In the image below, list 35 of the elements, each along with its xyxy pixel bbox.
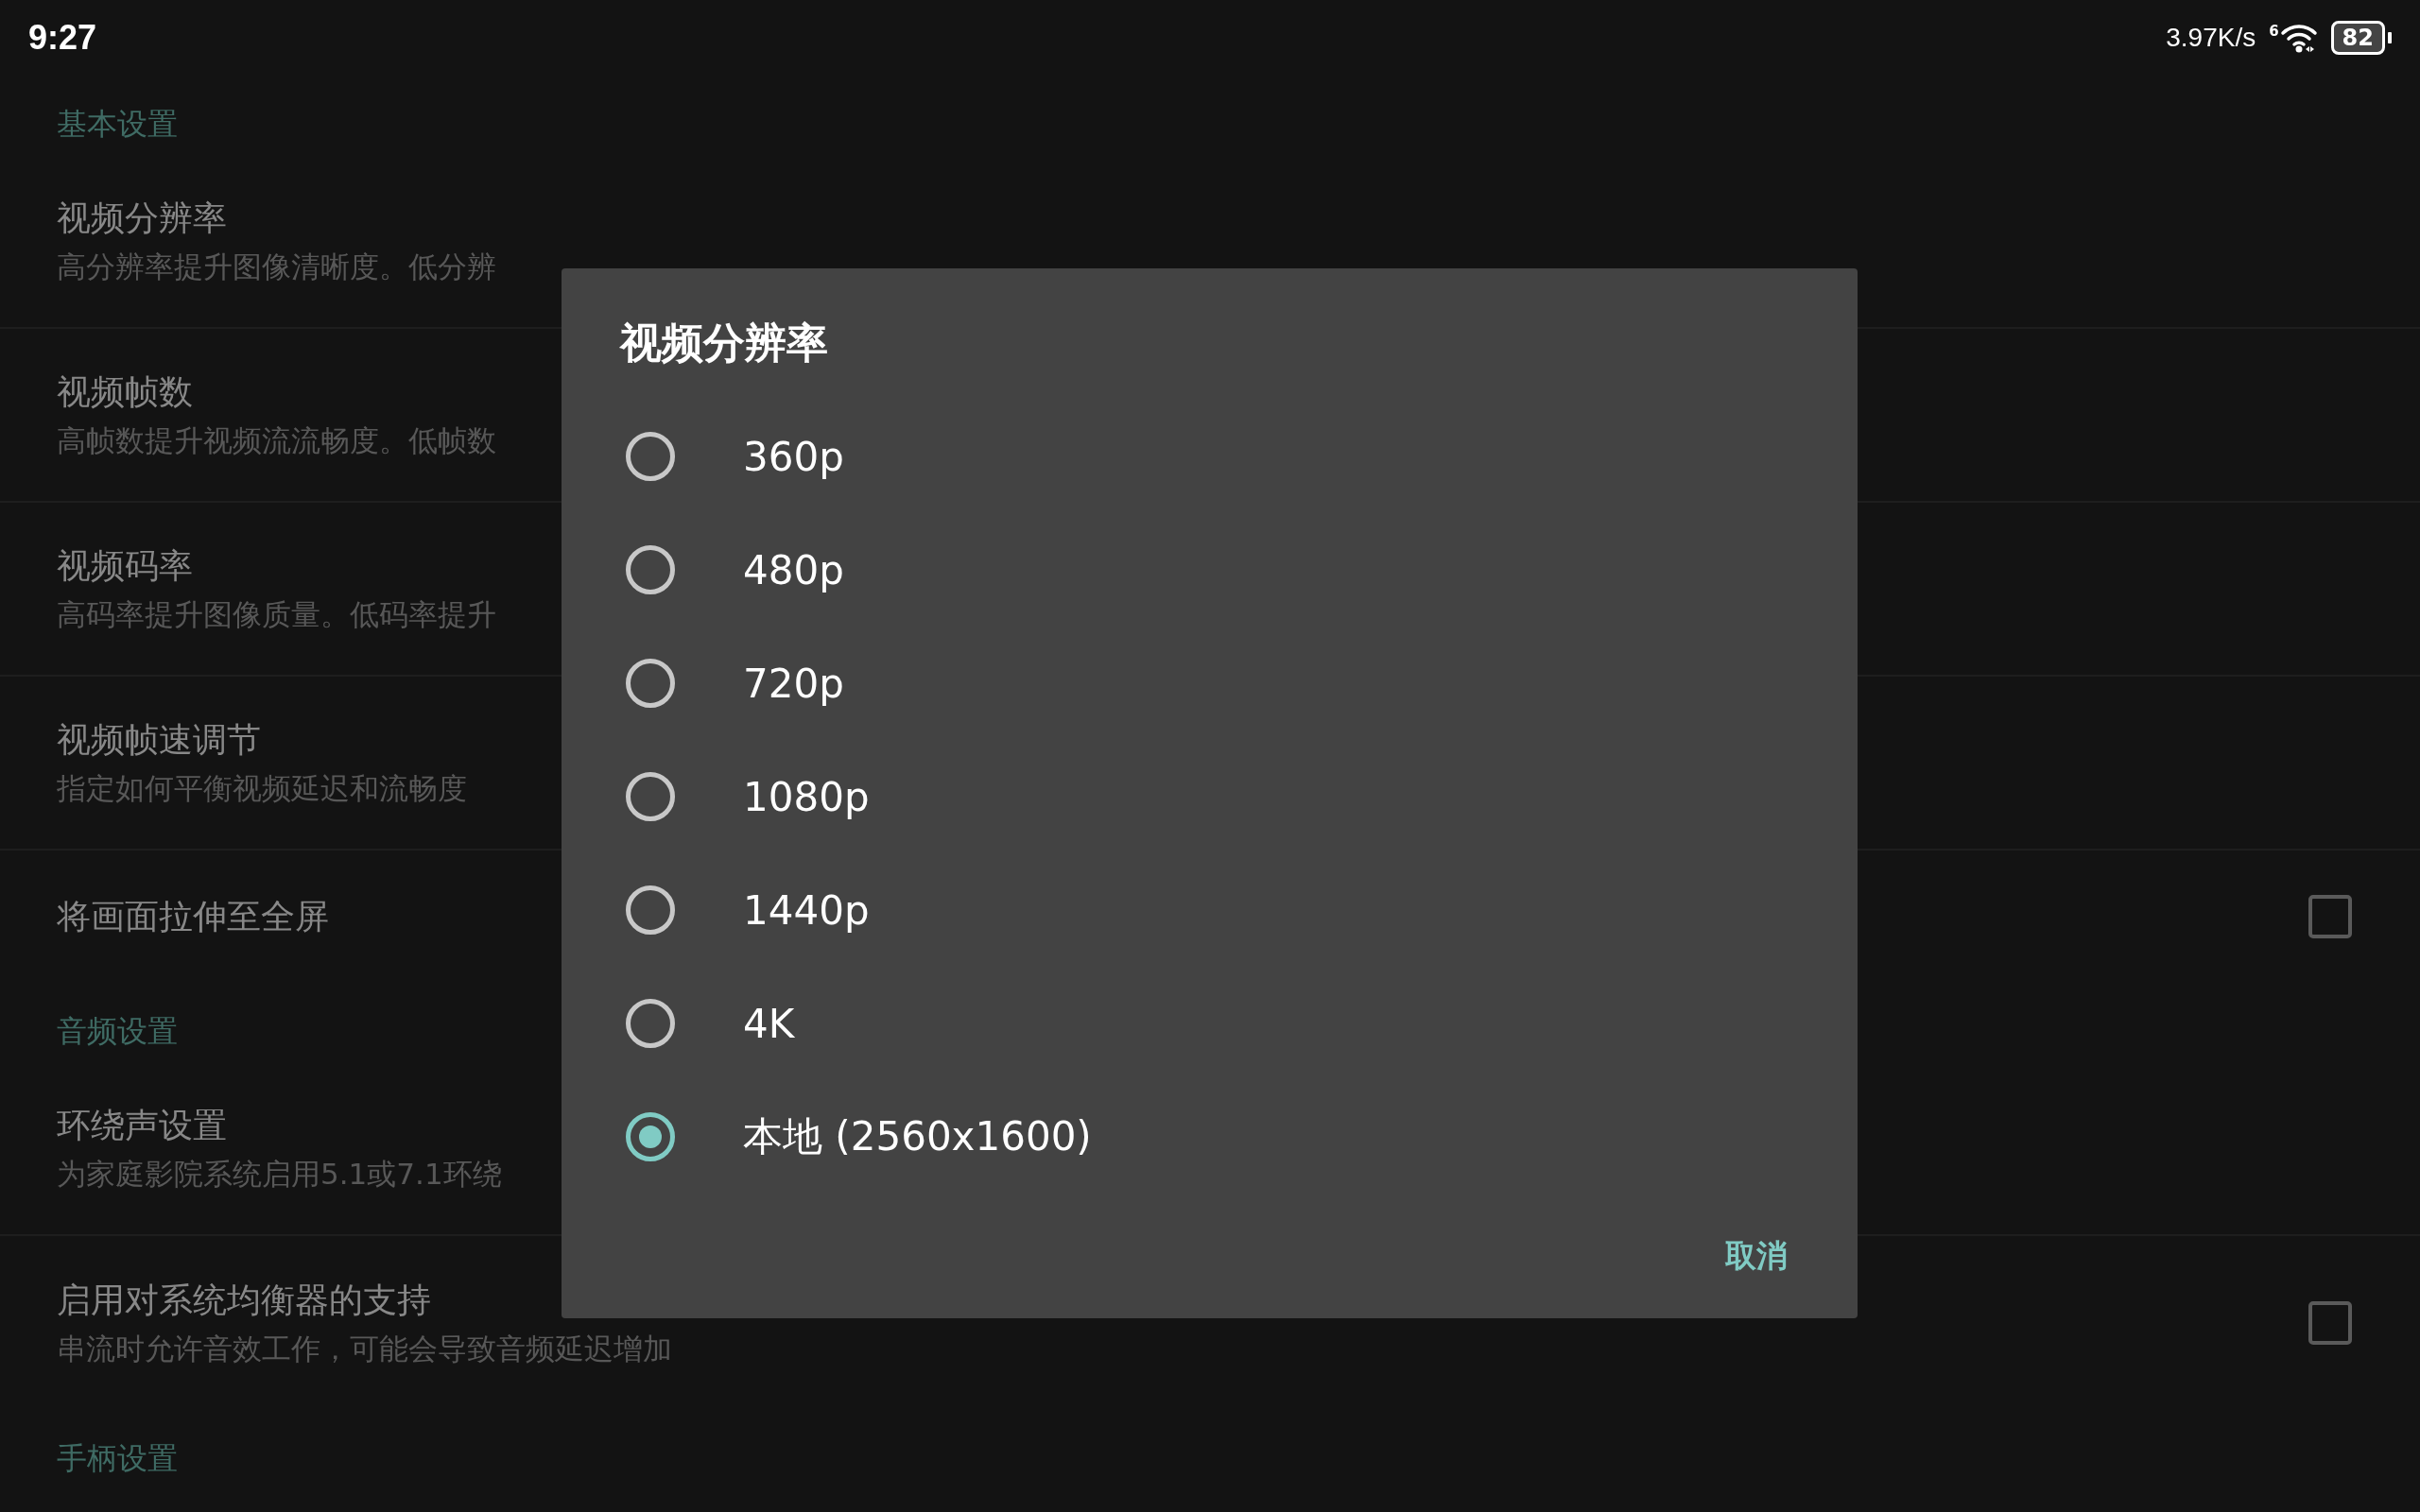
section-header: 基本设置 (57, 106, 178, 142)
radio-button[interactable] (626, 545, 675, 594)
setting-summary: 高分辨率提升图像清晰度。低分辨 (57, 248, 496, 285)
setting-title[interactable]: 视频码率 (57, 542, 496, 590)
option-label[interactable]: 720p (743, 660, 844, 707)
setting-title[interactable]: 将画面拉伸至全屏 (57, 893, 329, 940)
section-header: 手柄设置 (57, 1440, 178, 1476)
cancel-button[interactable]: 取消 (1714, 1226, 1799, 1287)
dialog-title: 视频分辨率 (620, 318, 829, 369)
option-label[interactable]: 本地 (2560x1600) (743, 1110, 1092, 1163)
clock-time: 9:27 (28, 18, 97, 58)
checkbox[interactable] (2308, 895, 2352, 938)
setting-title[interactable]: 视频分辨率 (57, 195, 496, 242)
setting-summary: 串流时允许音效工作，可能会导致音频延迟增加 (57, 1330, 672, 1367)
section-header: 音频设置 (57, 1013, 178, 1049)
radio-button[interactable] (626, 999, 675, 1048)
network-speed: 3.97K/s (2166, 23, 2256, 53)
option-label[interactable]: 1440p (743, 886, 870, 934)
setting-summary: 为家庭影院系统启用5.1或7.1环绕 (57, 1155, 502, 1193)
option-label[interactable]: 4K (743, 1000, 795, 1047)
option-label[interactable]: 480p (743, 546, 844, 593)
setting-summary: 高码率提升图像质量。低码率提升 (57, 595, 496, 633)
radio-button[interactable] (626, 885, 675, 935)
radio-button[interactable] (626, 432, 675, 481)
setting-summary: 指定如何平衡视频延迟和流畅度 (57, 769, 467, 807)
setting-summary: 高帧数提升视频流流畅度。低帧数 (57, 421, 496, 459)
setting-title[interactable]: 视频帧速调节 (57, 716, 467, 764)
option-label[interactable]: 1080p (743, 773, 870, 820)
setting-title[interactable]: 视频帧数 (57, 369, 496, 416)
radio-button[interactable] (626, 772, 675, 821)
checkbox[interactable] (2308, 1301, 2352, 1345)
radio-button[interactable] (626, 1112, 675, 1161)
radio-button[interactable] (626, 659, 675, 708)
option-label[interactable]: 360p (743, 433, 844, 480)
setting-title[interactable]: 环绕声设置 (57, 1102, 502, 1149)
